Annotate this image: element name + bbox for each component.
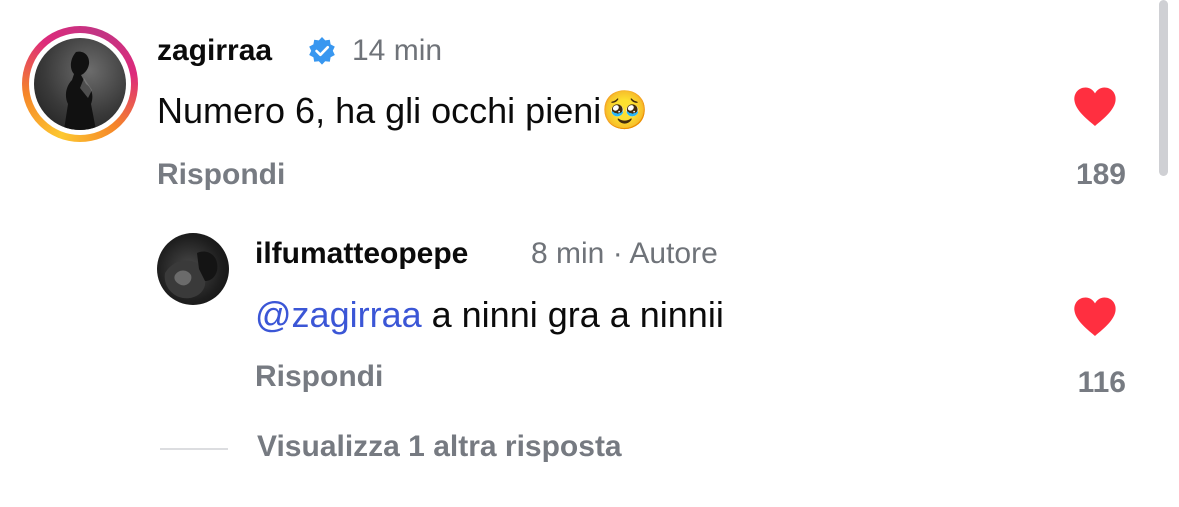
verified-badge-icon <box>309 37 335 65</box>
like-count: 189 <box>1075 158 1126 191</box>
reply-meta: 8 min · Autore <box>531 239 718 269</box>
comment-username[interactable]: zagirraa <box>157 36 272 66</box>
heart-icon[interactable] <box>1072 86 1118 128</box>
comment-time: 14 min <box>352 34 443 67</box>
reply-text: @zagirraa a ninni gra a ninnii <box>255 297 724 333</box>
avatar[interactable] <box>34 38 126 130</box>
reply-username[interactable]: ilfumatteopepe <box>255 239 468 269</box>
avatar-photo <box>164 251 218 299</box>
comment-text: Numero 6, ha gli occhi pieni🥹 <box>157 92 649 130</box>
reply-button[interactable]: Rispondi <box>157 160 285 190</box>
view-more-replies-button[interactable]: Visualizza 1 altra risposta <box>257 432 622 462</box>
reply-body: a ninni gra a ninnii <box>431 294 724 335</box>
replies-divider <box>160 448 228 450</box>
scrollbar[interactable] <box>1159 0 1168 176</box>
reply-time: 8 min <box>531 237 605 270</box>
mention-link[interactable]: @zagirraa <box>255 294 422 335</box>
reply-avatar[interactable] <box>157 233 229 305</box>
like-count: 116 <box>1077 366 1126 399</box>
reply-button[interactable]: Rispondi <box>255 362 383 392</box>
pleading-face-emoji: 🥹 <box>601 90 649 132</box>
heart-icon[interactable] <box>1072 296 1118 338</box>
author-badge: Autore <box>629 237 718 270</box>
meta-separator: · <box>612 237 623 270</box>
avatar-photo <box>64 51 96 130</box>
comment-body: Numero 6, ha gli occhi pieni <box>157 90 602 131</box>
